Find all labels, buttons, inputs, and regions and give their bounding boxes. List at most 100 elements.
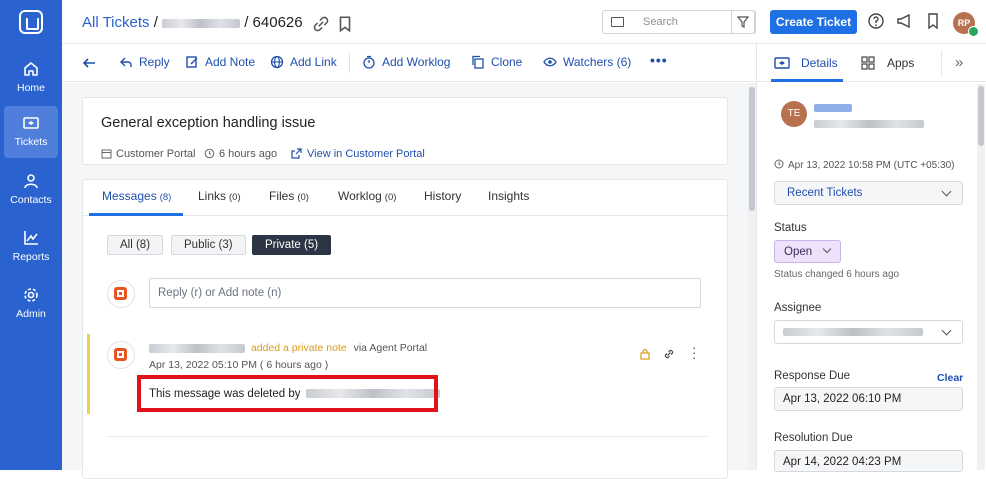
chevron-down-icon: [941, 325, 952, 336]
timer-icon: [363, 55, 375, 69]
view-in-portal-label[interactable]: View in Customer Portal: [307, 148, 425, 160]
clear-response-due-button[interactable]: Clear: [937, 372, 963, 384]
tab-insights[interactable]: Insights: [488, 189, 529, 203]
reply-button[interactable]: Reply: [119, 55, 170, 69]
filter-button[interactable]: [731, 10, 755, 34]
nav-label: Admin: [16, 308, 46, 320]
redacted-contact-name[interactable]: [814, 104, 852, 112]
reply-input[interactable]: Reply (r) or Add note (n): [149, 278, 701, 308]
contact-initials: TE: [787, 108, 801, 119]
status-label: Status: [774, 222, 807, 234]
redacted-queue-name[interactable]: [162, 18, 241, 28]
created-time-label: Apr 13, 2022 10:58 PM (UTC +05:30): [788, 160, 955, 171]
tab-worklog[interactable]: Worklog (0): [338, 189, 396, 203]
megaphone-icon[interactable]: [895, 12, 913, 30]
recent-tickets-dropdown[interactable]: Recent Tickets: [774, 181, 963, 205]
redacted-assignee: [783, 327, 923, 336]
tab-links[interactable]: Links (0): [198, 189, 241, 203]
message-action: added a private note: [250, 342, 347, 354]
copy-icon: [472, 55, 484, 69]
home-icon: [24, 62, 38, 76]
person-icon: [24, 174, 38, 189]
clock-icon: [774, 159, 784, 169]
reply-icon: [120, 57, 132, 67]
tab-label: Files: [269, 189, 295, 203]
nav-home[interactable]: Home: [4, 52, 58, 104]
back-arrow-icon[interactable]: [82, 56, 96, 70]
response-due-label: Response Due: [774, 370, 851, 382]
link-icon[interactable]: [663, 348, 675, 360]
filter-icon: [737, 16, 749, 28]
messages-card: Messages (8) Links (0) Files (0) Worklog (0)…: [82, 179, 728, 479]
tab-label: Worklog: [338, 189, 382, 203]
created-time: Apr 13, 2022 10:58 PM (UTC +05:30): [774, 159, 954, 171]
more-options-icon[interactable]: •••: [650, 52, 668, 68]
scrollbar-thumb[interactable]: [749, 87, 755, 211]
details-scrollbar[interactable]: [977, 84, 985, 470]
breadcrumb: All Tickets / / 640626: [82, 14, 303, 31]
breadcrumb-all-tickets[interactable]: All Tickets: [82, 14, 150, 31]
chevron-down-icon: [941, 186, 952, 197]
lock-icon: [640, 348, 650, 360]
history-icon: [204, 148, 215, 159]
view-in-portal-link[interactable]: View in Customer Portal: [291, 148, 425, 160]
tab-divider: [941, 50, 942, 76]
eye-icon: [543, 57, 557, 67]
ticket-title: General exception handling issue: [101, 115, 316, 131]
details-panel: Details Apps » TE Apr 13, 2022 10:58 PM …: [756, 44, 986, 472]
clone-button[interactable]: Clone: [471, 55, 522, 69]
tab-history[interactable]: History: [424, 189, 461, 203]
main-scrollbar[interactable]: [748, 83, 756, 470]
private-note-marker: [87, 334, 90, 414]
nav-reports[interactable]: Reports: [4, 221, 58, 273]
chart-icon: [24, 231, 38, 245]
add-link-button[interactable]: Add Link: [270, 55, 337, 69]
create-ticket-button[interactable]: Create Ticket: [770, 10, 857, 34]
nav-contacts[interactable]: Contacts: [4, 164, 58, 216]
response-due-field[interactable]: Apr 13, 2022 06:10 PM: [774, 387, 963, 411]
link-icon[interactable]: [312, 15, 330, 33]
nav-tickets[interactable]: Tickets: [4, 106, 58, 158]
scrollbar-thumb[interactable]: [978, 86, 984, 146]
ticket-age-label: 6 hours ago: [219, 148, 278, 160]
bookmark-icon[interactable]: [336, 15, 354, 33]
help-icon[interactable]: [867, 12, 885, 30]
status-dropdown[interactable]: Open: [774, 240, 841, 263]
resolution-due-field[interactable]: Apr 14, 2022 04:23 PM: [774, 450, 963, 472]
tab-files[interactable]: Files (0): [269, 189, 309, 203]
tab-label: History: [424, 189, 462, 203]
app-logo-icon[interactable]: [19, 10, 43, 34]
tab-label: Messages: [102, 189, 157, 203]
message-menu-icon[interactable]: · · ·: [692, 341, 696, 364]
nav-label: Home: [16, 82, 45, 94]
redacted-contact-email: [814, 120, 924, 128]
tab-count: (8): [159, 192, 172, 203]
nav-label: Tickets: [14, 136, 48, 148]
filter-all[interactable]: All (8): [107, 235, 164, 255]
details-tabs: Details Apps »: [757, 44, 986, 82]
nav-admin[interactable]: Admin: [4, 278, 58, 330]
bookmark-list-icon[interactable]: [924, 12, 942, 30]
add-worklog-button[interactable]: Add Worklog: [362, 55, 450, 69]
add-note-button[interactable]: Add Note: [185, 55, 255, 69]
tab-details[interactable]: Details: [801, 56, 838, 70]
ticket-main-area: General exception handling issue Custome…: [62, 83, 748, 479]
ticket-source-label: Customer Portal: [116, 148, 196, 160]
watchers-button[interactable]: Watchers (6): [543, 55, 631, 69]
ticket-age: 6 hours ago: [204, 148, 277, 160]
company-logo-icon: [107, 280, 135, 308]
note-icon: [186, 56, 198, 68]
search-field[interactable]: Search: [602, 10, 756, 34]
add-worklog-label: Add Worklog: [382, 55, 451, 69]
redacted-author: [149, 343, 245, 353]
toolbar-divider: [349, 53, 350, 73]
assignee-dropdown[interactable]: [774, 320, 963, 344]
user-avatar[interactable]: RP: [953, 12, 979, 37]
ticket-type-icon[interactable]: [611, 17, 624, 27]
filter-public[interactable]: Public (3): [171, 235, 246, 255]
company-logo-icon: [107, 341, 135, 369]
tab-messages[interactable]: Messages (8): [102, 189, 171, 203]
tab-apps[interactable]: Apps: [887, 56, 914, 70]
filter-private[interactable]: Private (5): [252, 235, 332, 255]
collapse-panel-icon[interactable]: »: [955, 54, 963, 71]
